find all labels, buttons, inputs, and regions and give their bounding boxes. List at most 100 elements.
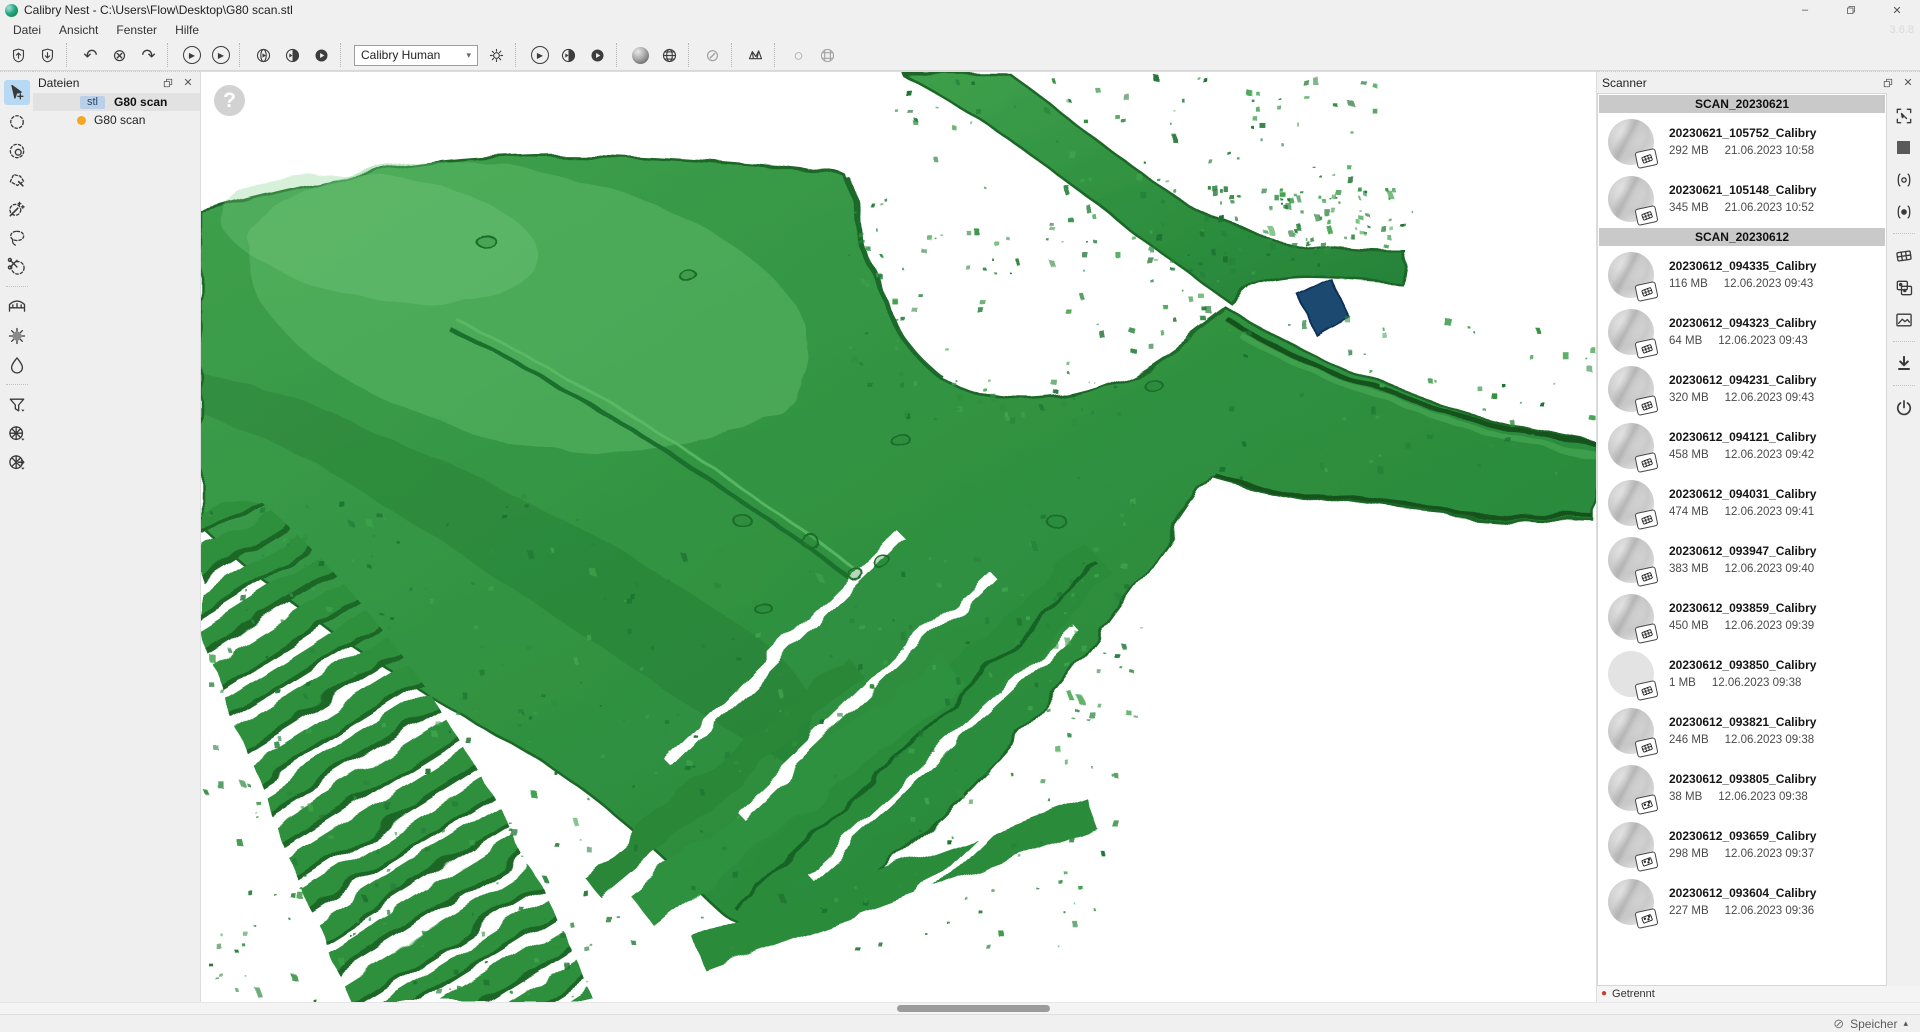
memory-label[interactable]: Speicher xyxy=(1850,1017,1897,1031)
circle-selection-button[interactable] xyxy=(4,109,30,134)
redo-button[interactable]: ↷ xyxy=(134,42,163,69)
menu-ansicht[interactable]: Ansicht xyxy=(50,21,107,39)
file-tree-child-row[interactable]: G80 scan xyxy=(33,111,200,129)
scan-size: 292 MB xyxy=(1669,145,1709,157)
mesh-grid-button[interactable] xyxy=(813,42,842,69)
scan-list-item[interactable]: 20230612_093659_Calibry 298 MB 12.06.202… xyxy=(1598,816,1886,873)
pipeline-mesh-button[interactable] xyxy=(583,42,612,69)
profile-settings-button[interactable] xyxy=(482,42,511,69)
close-button[interactable]: ✕ xyxy=(1874,0,1920,20)
scan-list-item[interactable]: 20230612_093604_Calibry 227 MB 12.06.202… xyxy=(1598,873,1886,930)
show-textures-button[interactable] xyxy=(1891,307,1917,332)
scan-list-item[interactable]: 20230612_093859_Calibry 450 MB 12.06.202… xyxy=(1598,588,1886,645)
scan-mesh xyxy=(201,72,1596,1002)
start-process-button[interactable]: ▶ xyxy=(177,42,206,69)
export-scan-button[interactable] xyxy=(33,42,62,69)
pipeline-register-button[interactable] xyxy=(554,42,583,69)
scan-title: 20230612_094335_Calibry xyxy=(1669,259,1816,273)
chevron-down-icon: ▾ xyxy=(466,50,471,61)
tree-expand-chevron-icon[interactable] xyxy=(42,96,54,108)
scan-list-item[interactable]: 20230621_105752_Calibry 292 MB 21.06.202… xyxy=(1598,113,1886,170)
start-step-button[interactable]: ▶ xyxy=(206,42,235,69)
mesh-tool-button[interactable] xyxy=(741,42,770,69)
scan-list-item[interactable]: 20230612_093821_Calibry 246 MB 12.06.202… xyxy=(1598,702,1886,759)
cut-selection-button[interactable] xyxy=(4,254,30,279)
download-scan-button[interactable] xyxy=(1891,351,1917,376)
scan-list-item[interactable]: 20230612_093850_Calibry 1 MB 12.06.2023 … xyxy=(1598,645,1886,702)
play-circle-icon: ▶ xyxy=(212,46,230,64)
toolbar-separator xyxy=(167,43,172,67)
run-pipeline-button[interactable]: ▶ xyxy=(525,42,554,69)
scan-date: 12.06.2023 09:41 xyxy=(1725,506,1815,518)
stop-button[interactable] xyxy=(1891,135,1917,160)
scan-date: 12.06.2023 09:38 xyxy=(1718,791,1808,803)
minimize-button[interactable]: – xyxy=(1782,0,1828,20)
scan-mode-outline-button[interactable] xyxy=(1891,167,1917,192)
scan-list-item[interactable]: 20230612_094231_Calibry 320 MB 12.06.202… xyxy=(1598,360,1886,417)
fit-view-button[interactable] xyxy=(1891,103,1917,128)
scan-type-badge-icon xyxy=(1634,338,1658,359)
files-panel-title: Dateien xyxy=(38,76,79,90)
file-root-name: G80 scan xyxy=(114,95,167,109)
mesh-scan-button[interactable] xyxy=(307,42,336,69)
scan-list-item[interactable]: 20230612_094335_Calibry 116 MB 12.06.202… xyxy=(1598,246,1886,303)
float-panel-button[interactable] xyxy=(161,76,175,90)
scan-list-item[interactable]: 20230612_093805_Calibry 38 MB 12.06.2023… xyxy=(1598,759,1886,816)
menu-hilfe[interactable]: Hilfe xyxy=(166,21,208,39)
scrollbar-thumb[interactable] xyxy=(897,1005,1050,1012)
scan-type-badge-icon xyxy=(1634,623,1658,644)
import-scan-button[interactable] xyxy=(4,42,33,69)
scan-list-item[interactable]: 20230612_094121_Calibry 458 MB 12.06.202… xyxy=(1598,417,1886,474)
finalize-scan-button[interactable] xyxy=(278,42,307,69)
app-window: Calibry Nest - C:\Users\Flow\Desktop\G80… xyxy=(0,0,1920,1032)
scan-list-item[interactable]: 20230612_094031_Calibry 474 MB 12.06.202… xyxy=(1598,474,1886,531)
polygon-selection-button[interactable] xyxy=(4,167,30,192)
close-panel-button[interactable]: ✕ xyxy=(1901,76,1915,90)
scan-size: 345 MB xyxy=(1669,202,1709,214)
scan-mode-record-button[interactable] xyxy=(1891,199,1917,224)
scan-title: 20230612_093604_Calibry xyxy=(1669,886,1816,900)
select-tool-button[interactable] xyxy=(4,80,30,105)
scan-list-item[interactable]: 20230612_094323_Calibry 64 MB 12.06.2023… xyxy=(1598,303,1886,360)
stop-icon xyxy=(1897,141,1910,154)
file-tree-root-row[interactable]: stl G80 scan xyxy=(33,93,200,111)
filter-tool-button[interactable] xyxy=(4,392,30,417)
float-panel-button[interactable] xyxy=(1881,76,1895,90)
scanner-profile-select[interactable]: Calibry Human ▾ xyxy=(354,45,478,66)
remesh-tool-button[interactable] xyxy=(4,450,30,475)
menu-datei[interactable]: Datei xyxy=(4,21,50,39)
power-button[interactable] xyxy=(1891,395,1917,420)
close-panel-button[interactable]: ✕ xyxy=(181,76,195,90)
scan-size: 320 MB xyxy=(1669,392,1709,404)
wireframe-view-button[interactable] xyxy=(655,42,684,69)
smooth-tool-button[interactable] xyxy=(4,352,30,377)
scan-thumbnail xyxy=(1608,366,1654,412)
show-meshes-button[interactable] xyxy=(1891,243,1917,268)
viewport-3d[interactable]: ? xyxy=(200,71,1597,1002)
rail-separator xyxy=(6,384,28,385)
scan-size: 383 MB xyxy=(1669,563,1709,575)
rail-separator xyxy=(1893,341,1915,342)
undo-button[interactable]: ↶ xyxy=(76,42,105,69)
expand-up-icon[interactable]: ▴ xyxy=(1903,1018,1908,1029)
sphere-view-button[interactable]: ○ xyxy=(784,42,813,69)
shaded-view-button[interactable] xyxy=(626,42,655,69)
connection-status: ● Getrennt xyxy=(1597,986,1920,1002)
texture-off-button[interactable]: ⊘ xyxy=(698,42,727,69)
simplify-tool-button[interactable] xyxy=(4,421,30,446)
scan-date: 21.06.2023 10:58 xyxy=(1725,145,1815,157)
bridge-tool-button[interactable] xyxy=(4,294,30,319)
magic-wand-selection-button[interactable] xyxy=(4,196,30,221)
restore-button[interactable] xyxy=(1828,0,1874,20)
cancel-button[interactable]: ⊗ xyxy=(105,42,134,69)
show-pointclouds-button[interactable] xyxy=(1891,275,1917,300)
scan-list-item[interactable]: 20230612_093947_Calibry 383 MB 12.06.202… xyxy=(1598,531,1886,588)
scan-date: 21.06.2023 10:52 xyxy=(1725,202,1815,214)
scan-list-item[interactable]: 20230621_105148_Calibry 345 MB 21.06.202… xyxy=(1598,170,1886,227)
register-scan-button[interactable] xyxy=(249,42,278,69)
lasso-selection-button[interactable] xyxy=(4,225,30,250)
hole-fill-tool-button[interactable] xyxy=(4,323,30,348)
help-button[interactable]: ? xyxy=(214,85,245,116)
menu-fenster[interactable]: Fenster xyxy=(107,21,166,39)
brush-selection-button[interactable] xyxy=(4,138,30,163)
